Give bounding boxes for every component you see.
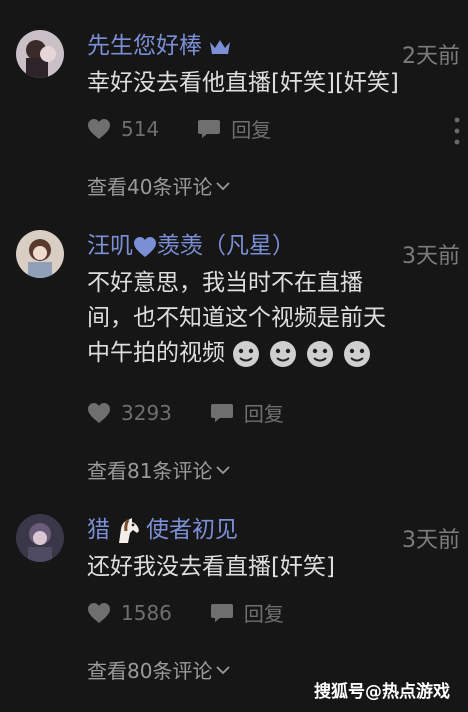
comment-actions: 3293 回复 [87,398,284,427]
face-emoji-icon [307,340,333,367]
chevron-down-icon [216,465,231,474]
view-replies-link[interactable]: 查看81条评论 [87,455,231,484]
comment-actions: 514 回复 [87,114,271,143]
comment-text: 幸好没去看他直播[奸笑][奸笑] [87,70,399,96]
reply-button[interactable]: 回复 [244,598,284,627]
reply-icon[interactable] [210,602,234,624]
username-text[interactable]: 先生您好棒 [87,33,202,59]
view-replies-label[interactable]: 查看80条评论 [87,655,212,684]
comment-text: 不好意思，我当时不在直播 间，也不知道这个视频是前天 中午拍的视频 [87,266,459,371]
like-count: 514 [121,116,160,141]
crown-icon [210,39,231,54]
horse-icon [119,517,139,543]
heart-icon [134,236,156,257]
view-replies-label[interactable]: 查看81条评论 [87,455,212,484]
view-replies-label[interactable]: 查看40条评论 [87,171,212,200]
view-replies-link[interactable]: 查看80条评论 [87,655,231,684]
username-text-2[interactable]: 羡羡（凡星） [157,233,295,259]
face-emoji-icon [270,340,296,367]
comment-text-line: 不好意思，我当时不在直播 [87,270,363,296]
avatar[interactable] [16,30,64,78]
face-emoji-icon [233,340,259,367]
more-options-icon[interactable] [454,116,460,146]
watermark: 搜狐号@热点游戏 [314,682,450,702]
avatar[interactable] [16,514,64,562]
username-text-2[interactable]: 使者初见 [146,517,238,543]
comment-text: 还好我没去看直播[奸笑] [87,554,335,580]
reply-icon[interactable] [197,118,221,140]
comment-actions: 1586 回复 [87,598,284,627]
comment-text-line: 中午拍的视频 [87,340,225,366]
view-replies-link[interactable]: 查看40条评论 [87,171,231,200]
username[interactable]: 先生您好棒 [87,26,231,60]
username[interactable]: 汪叽 羡羡（凡星） [87,226,295,260]
like-count: 1586 [121,600,172,625]
like-count: 3293 [121,400,172,425]
reply-button[interactable]: 回复 [244,398,284,427]
comment-text-line: 间，也不知道这个视频是前天 [87,305,386,331]
username[interactable]: 猎 使者初见 [87,510,238,545]
avatar[interactable] [16,230,64,278]
like-icon[interactable] [87,402,111,424]
like-icon[interactable] [87,602,111,624]
username-text[interactable]: 汪叽 [87,233,133,259]
face-emoji-icon [344,340,370,367]
username-text[interactable]: 猎 [87,517,110,543]
comment-text-line-last: 中午拍的视频 [87,336,459,371]
reply-button[interactable]: 回复 [231,114,271,143]
chevron-down-icon [216,181,231,190]
chevron-down-icon [216,665,231,674]
like-icon[interactable] [87,118,111,140]
reply-icon[interactable] [210,402,234,424]
